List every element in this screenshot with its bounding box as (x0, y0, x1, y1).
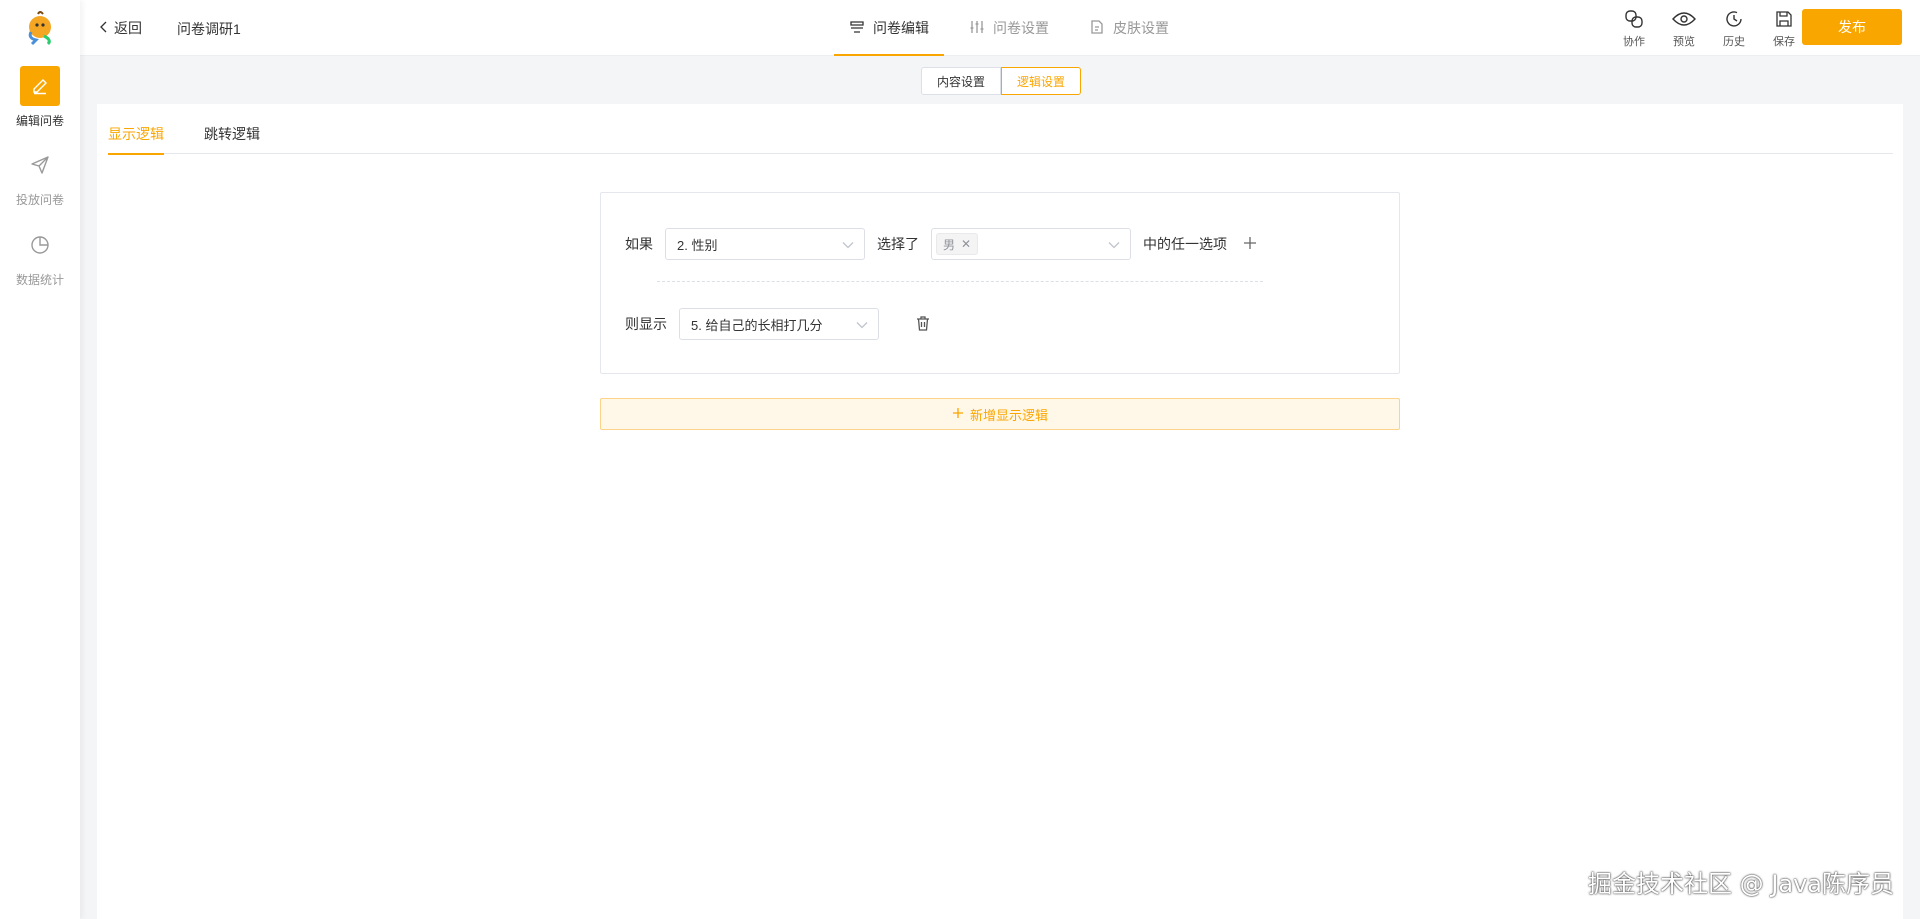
plus-icon (1243, 236, 1257, 253)
watermark: 掘金技术社区 @ Java陈序员 (1588, 870, 1894, 898)
sidebar-item-label: 数据统计 (15, 273, 64, 287)
sidebar-item-publish[interactable]: 投放问卷 (0, 145, 80, 208)
add-condition-button[interactable] (1243, 236, 1257, 253)
list-icon (849, 19, 865, 38)
eye-icon (1668, 8, 1700, 30)
tab-survey-settings[interactable]: 问卷设置 (954, 0, 1064, 56)
close-icon[interactable]: ✕ (961, 237, 971, 251)
mode-switch: 内容设置 逻辑设置 (921, 67, 1082, 95)
then-show-label: 则显示 (625, 316, 667, 332)
display-rule-card: 如果 2. 性别 选择了 男 ✕ 中的任一选项 则显示 5. 给自己的长相打几分 (600, 192, 1400, 374)
chevron-down-icon (856, 317, 868, 332)
condition-row: 如果 2. 性别 选择了 男 ✕ 中的任一选项 (625, 228, 1257, 260)
if-label: 如果 (625, 236, 653, 252)
tool-label: 保存 (1773, 36, 1795, 48)
selected-label: 选择了 (877, 236, 919, 252)
chevron-down-icon (1108, 237, 1120, 252)
tab-label: 问卷编辑 (873, 20, 929, 36)
chevron-down-icon (842, 237, 854, 252)
sidebar-item-stats[interactable]: 数据统计 (0, 225, 80, 288)
tool-label: 历史 (1723, 36, 1745, 48)
clock-icon (1718, 8, 1750, 30)
history-button[interactable]: 历史 (1718, 8, 1750, 49)
tab-survey-edit[interactable]: 问卷编辑 (834, 0, 944, 56)
mode-content-settings[interactable]: 内容设置 (921, 67, 1002, 95)
collaborate-button[interactable]: 协作 (1618, 8, 1650, 49)
question-select[interactable]: 2. 性别 (665, 228, 865, 260)
option-tag-label: 男 (943, 237, 956, 252)
app-logo[interactable] (22, 10, 58, 46)
tab-label: 问卷设置 (993, 20, 1049, 36)
target-question-select[interactable]: 5. 给自己的长相打几分 (679, 308, 879, 340)
sidebar-item-edit[interactable]: 编辑问卷 (0, 66, 80, 129)
trash-icon (915, 315, 931, 334)
tab-skin-settings[interactable]: 皮肤设置 (1074, 0, 1184, 56)
save-button[interactable]: 保存 (1768, 8, 1800, 49)
preview-button[interactable]: 预览 (1668, 8, 1700, 49)
tool-label: 预览 (1673, 36, 1695, 48)
pie-chart-icon (20, 225, 60, 265)
skin-icon (1089, 19, 1105, 38)
header-tools: 协作 预览 历史 保存 (1618, 8, 1800, 49)
plus-icon (952, 407, 964, 422)
action-row: 则显示 5. 给自己的长相打几分 (625, 308, 931, 340)
top-header: 返回 问卷调研1 问卷编辑 问卷设置 皮肤设置 协作 预览 历史 保存 发布 (80, 0, 1920, 56)
survey-title: 问卷调研1 (177, 21, 241, 37)
sidebar-item-label: 编辑问卷 (15, 114, 64, 128)
tab-label: 皮肤设置 (1113, 20, 1169, 36)
add-logic-label: 新增显示逻辑 (969, 407, 1048, 423)
link-icon (1618, 8, 1650, 30)
option-tag: 男 ✕ (936, 233, 979, 255)
target-select-value: 5. 给自己的长相打几分 (691, 317, 823, 333)
tab-display-logic[interactable]: 显示逻辑 (108, 104, 164, 155)
left-sidebar: 编辑问卷 投放问卷 数据统计 (0, 0, 80, 919)
back-label: 返回 (114, 20, 142, 36)
question-select-value: 2. 性别 (677, 237, 718, 253)
chevron-left-icon (100, 20, 108, 36)
edit-icon (20, 66, 60, 106)
option-multi-select[interactable]: 男 ✕ (931, 228, 1131, 260)
divider (657, 281, 1263, 282)
publish-button[interactable]: 发布 (1802, 9, 1902, 45)
logic-tabs: 显示逻辑 跳转逻辑 (108, 104, 1893, 155)
logic-panel: 显示逻辑 跳转逻辑 如果 2. 性别 选择了 男 ✕ 中的任一选项 则显示 5.… (97, 104, 1903, 919)
any-option-label: 中的任一选项 (1143, 236, 1227, 252)
delete-rule-button[interactable] (915, 315, 931, 334)
add-display-logic-button[interactable]: 新增显示逻辑 (600, 398, 1400, 430)
tool-label: 协作 (1623, 36, 1645, 48)
header-tabs: 问卷编辑 问卷设置 皮肤设置 (834, 0, 1194, 56)
sidebar-item-label: 投放问卷 (15, 193, 64, 207)
back-button[interactable]: 返回 (100, 18, 142, 38)
send-icon (20, 145, 60, 185)
sliders-icon (969, 19, 985, 38)
mode-logic-settings[interactable]: 逻辑设置 (1001, 67, 1082, 95)
tab-jump-logic[interactable]: 跳转逻辑 (204, 104, 260, 154)
save-icon (1768, 8, 1800, 30)
